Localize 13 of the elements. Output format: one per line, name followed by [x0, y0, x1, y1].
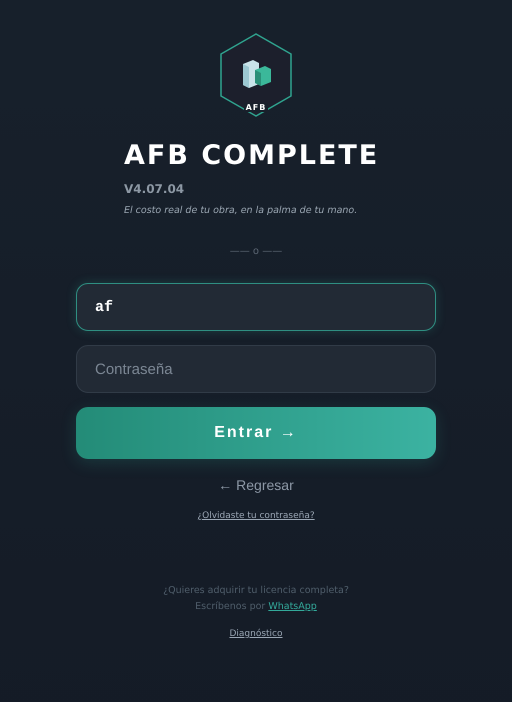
divider-text: —— o ——: [230, 246, 282, 257]
diagnostics-link[interactable]: Diagnóstico: [229, 629, 283, 639]
version-text: V4.07.04: [124, 182, 186, 196]
back-link[interactable]: ← Regresar: [218, 477, 294, 493]
app-title: AFB COMPLETE: [124, 140, 380, 172]
username-field[interactable]: af: [76, 283, 436, 331]
logo-label: AFB: [244, 103, 268, 112]
password-field[interactable]: Contraseña: [76, 345, 436, 393]
license-text: ¿Quieres adquirir tu licencia completa? Escríbenos por WhatsApp: [163, 584, 349, 614]
whatsapp-link[interactable]: WhatsApp: [268, 601, 317, 612]
tagline: El costo real de tu obra, en la palma de tu mano.: [124, 205, 358, 216]
forgot-password-link[interactable]: ¿Olvidaste tu contraseña?: [197, 511, 315, 521]
logo-icon: [219, 32, 293, 118]
